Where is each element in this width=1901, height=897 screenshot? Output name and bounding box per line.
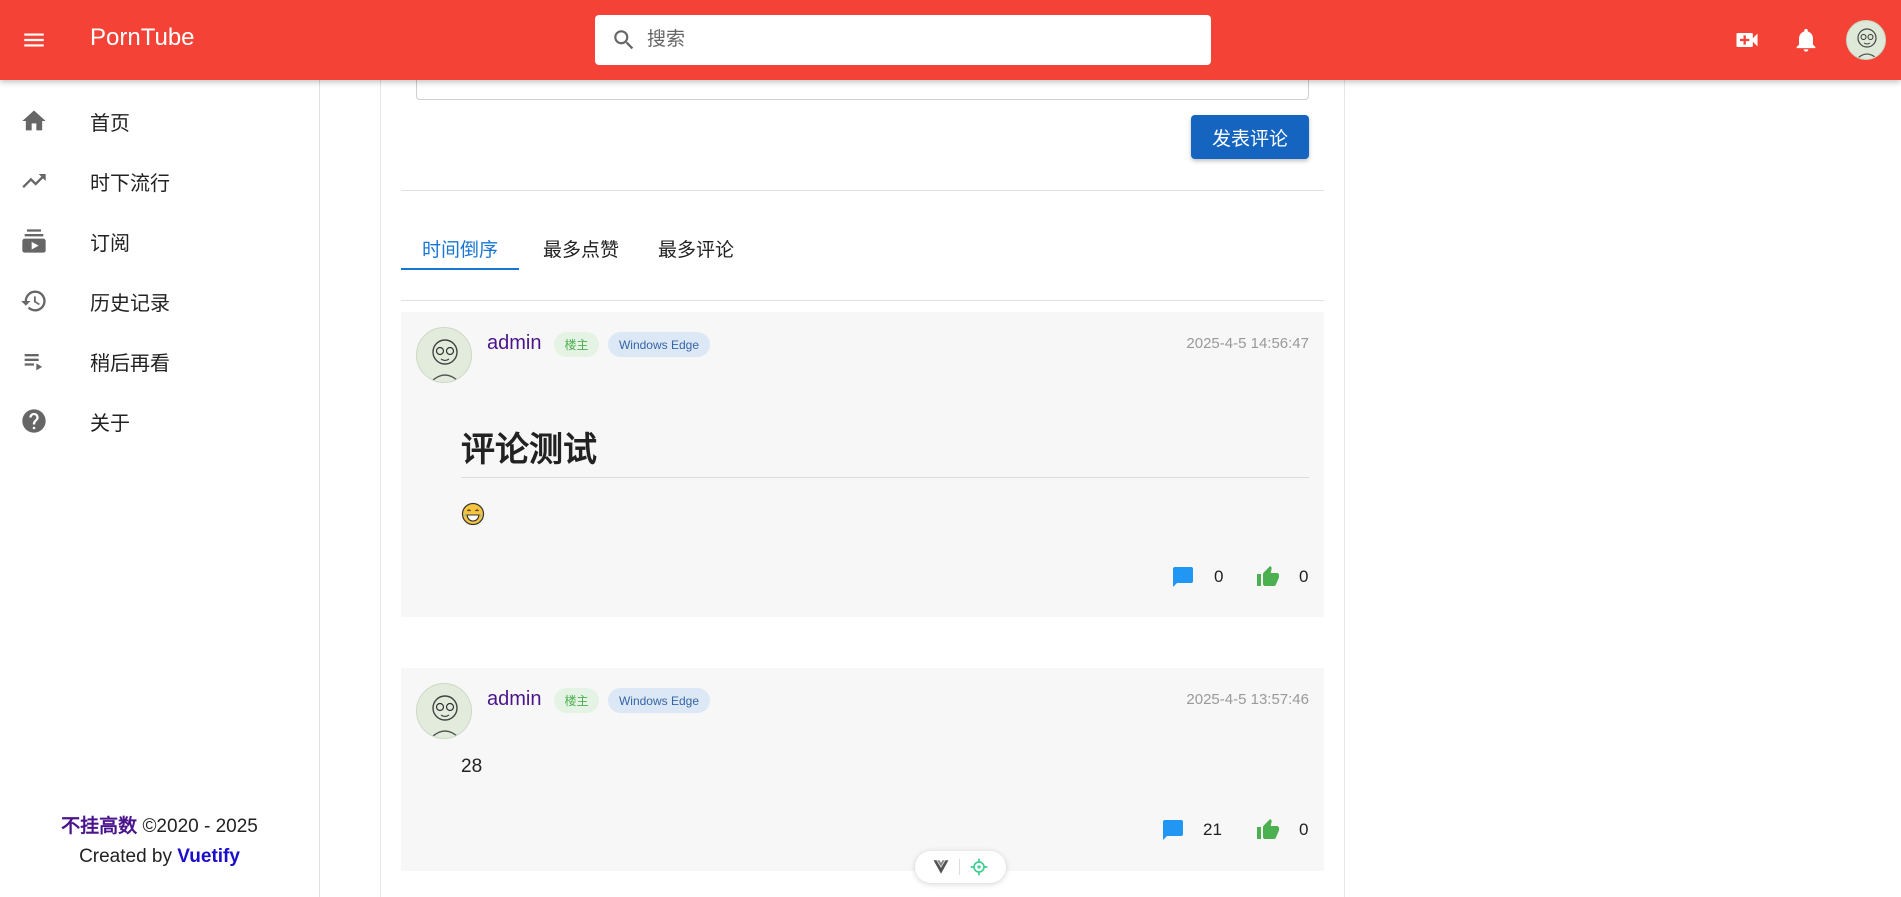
comment-card: admin 楼主 Windows Edge 2025-4-5 14:56:47 … — [401, 312, 1324, 617]
owner-badge: 楼主 — [554, 688, 599, 713]
devtools-toolbar — [915, 851, 1006, 883]
app-title[interactable]: PornTube — [90, 24, 195, 52]
playlist-play-icon — [24, 354, 43, 371]
comment-textarea[interactable] — [416, 80, 1309, 100]
sidebar-item-label: 时下流行 — [90, 173, 170, 195]
home-icon — [22, 110, 46, 131]
comment-avatar[interactable] — [416, 327, 472, 383]
footer-credit-line: Created by Vuetify — [0, 842, 319, 872]
sidebar-item-label: 稍后再看 — [90, 353, 170, 375]
like-count: 0 — [1299, 567, 1309, 586]
search-bar[interactable] — [595, 15, 1211, 65]
tab-most-likes[interactable]: 最多点赞 — [531, 225, 631, 271]
search-input[interactable] — [647, 29, 1187, 51]
owner-badge: 楼主 — [554, 332, 599, 357]
comment-timestamp: 2025-4-5 14:56:47 — [1186, 335, 1309, 352]
tab-most-comments[interactable]: 最多评论 — [646, 225, 746, 271]
sidebar-item-subscriptions[interactable]: 订阅 — [0, 209, 319, 269]
vue-logo-icon[interactable] — [932, 858, 950, 876]
footer-vuetify-link[interactable]: Vuetify — [177, 846, 240, 867]
bell-icon[interactable] — [1786, 20, 1826, 60]
sidebar-item-watch-later[interactable]: 稍后再看 — [0, 329, 319, 389]
toolbar-separator — [958, 859, 960, 875]
sidebar-item-home[interactable]: 首页 — [0, 89, 319, 149]
like-count: 0 — [1299, 820, 1309, 839]
footer-brand: 不挂高数 — [61, 816, 138, 837]
trending-icon — [22, 174, 46, 188]
sidebar-item-about[interactable]: 关于 — [0, 389, 319, 449]
thumbs-up-icon[interactable] — [1256, 565, 1280, 589]
sidebar-footer: 不挂高数 ©2020 - 2025 Created by Vuetify — [0, 812, 319, 872]
footer-created-by: Created by — [79, 846, 173, 867]
divider — [401, 190, 1324, 191]
comment-avatar[interactable] — [416, 683, 472, 739]
target-icon[interactable] — [969, 857, 989, 877]
user-agent-badge: Windows Edge — [608, 688, 710, 713]
sidebar-item-label: 关于 — [90, 413, 130, 435]
sidebar-item-history[interactable]: 历史记录 — [0, 269, 319, 329]
search-icon — [614, 30, 634, 50]
comments-section: 发表评论 时间倒序 最多点赞 最多评论 admin 楼主 Windows Edg… — [380, 80, 1345, 897]
sidebar-item-label: 订阅 — [90, 233, 130, 255]
app-bar: PornTube — [0, 0, 1901, 80]
subscriptions-icon — [22, 229, 46, 253]
reply-count: 0 — [1214, 567, 1224, 586]
tab-indicator — [401, 268, 519, 270]
video-add-icon[interactable] — [1727, 20, 1767, 60]
heading-rule — [461, 477, 1309, 478]
footer-copyright: ©2020 - 2025 — [142, 816, 258, 837]
sidebar: 首页 时下流行 订阅 历史记录 稍后再看 关于 不挂高数 ©2020 - 202… — [0, 80, 320, 897]
tab-time-desc[interactable]: 时间倒序 — [401, 225, 519, 271]
comment-card: admin 楼主 Windows Edge 2025-4-5 13:57:46 … — [401, 668, 1324, 871]
user-avatar[interactable] — [1846, 20, 1886, 60]
sidebar-item-trending[interactable]: 时下流行 — [0, 149, 319, 209]
reply-count: 21 — [1203, 820, 1222, 839]
menu-icon[interactable] — [14, 20, 54, 60]
help-icon — [22, 409, 46, 433]
comment-username[interactable]: admin — [487, 332, 541, 355]
footer-copyright-line: 不挂高数 ©2020 - 2025 — [0, 812, 319, 842]
laughing-emoji-icon — [461, 502, 485, 526]
comment-heading: 评论测试 — [461, 431, 597, 469]
history-icon — [21, 290, 46, 312]
reply-icon[interactable] — [1161, 818, 1185, 842]
sidebar-item-label: 首页 — [90, 113, 130, 135]
thumbs-up-icon[interactable] — [1256, 818, 1280, 842]
comment-text: 28 — [461, 756, 483, 777]
user-agent-badge: Windows Edge — [608, 332, 710, 357]
comment-timestamp: 2025-4-5 13:57:46 — [1186, 691, 1309, 708]
comment-username[interactable]: admin — [487, 688, 541, 711]
reply-icon[interactable] — [1171, 565, 1195, 589]
post-comment-button[interactable]: 发表评论 — [1191, 115, 1309, 159]
sidebar-item-label: 历史记录 — [90, 293, 170, 315]
divider — [401, 300, 1324, 301]
